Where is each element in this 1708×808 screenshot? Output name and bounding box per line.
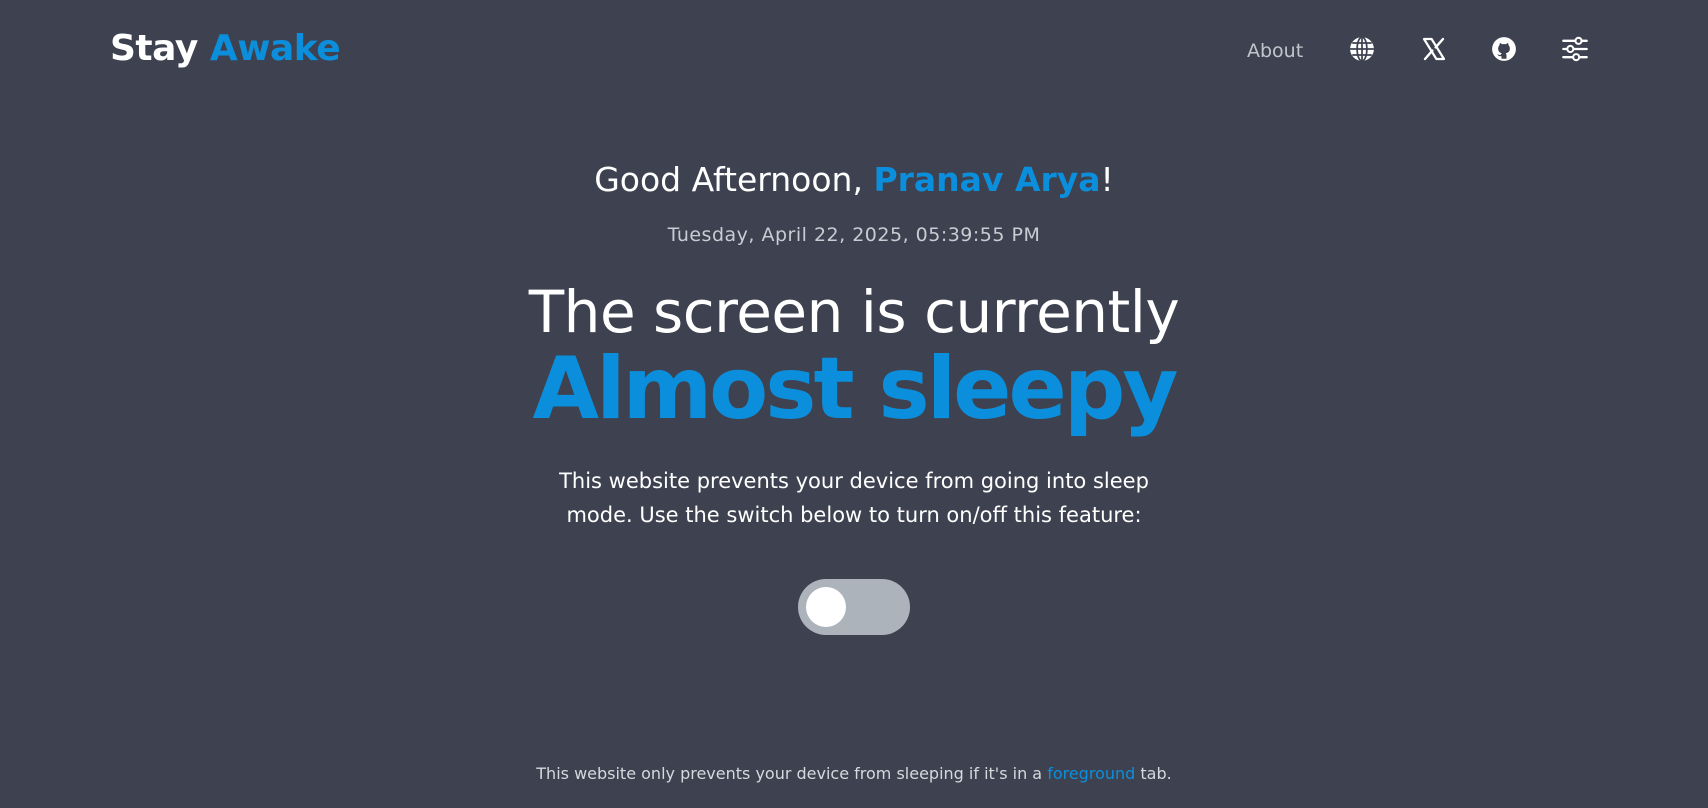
current-datetime: Tuesday, April 22, 2025, 05:39:55 PM	[667, 224, 1041, 246]
greeting-prefix: Good Afternoon,	[594, 160, 874, 199]
greeting: Good Afternoon, Pranav Arya!	[0, 160, 1708, 199]
github-icon[interactable]	[1489, 34, 1519, 64]
toggle-knob	[806, 587, 846, 627]
site-header: Stay Awake About	[0, 0, 1708, 100]
stay-awake-toggle[interactable]	[798, 579, 910, 635]
user-name: Pranav Arya	[873, 160, 1101, 199]
x-icon[interactable]	[1419, 34, 1449, 64]
headline: The screen is currently	[528, 278, 1180, 346]
logo-text-awake: Awake	[209, 28, 341, 69]
settings-sliders-icon[interactable]	[1560, 34, 1590, 64]
site-logo[interactable]: Stay Awake	[110, 28, 341, 69]
description: This website prevents your device from g…	[559, 469, 1149, 527]
footer-note: This website only prevents your device f…	[0, 764, 1708, 783]
footer-text-before: This website only prevents your device f…	[536, 764, 1048, 783]
globe-icon[interactable]	[1347, 34, 1377, 64]
greeting-suffix: !	[1100, 160, 1114, 199]
nav-about-link[interactable]: About	[1247, 40, 1303, 62]
logo-text-stay: Stay	[110, 28, 198, 69]
screen-status: Almost sleepy	[532, 339, 1179, 439]
foreground-link[interactable]: foreground	[1047, 764, 1135, 783]
footer-text-after: tab.	[1135, 764, 1172, 783]
